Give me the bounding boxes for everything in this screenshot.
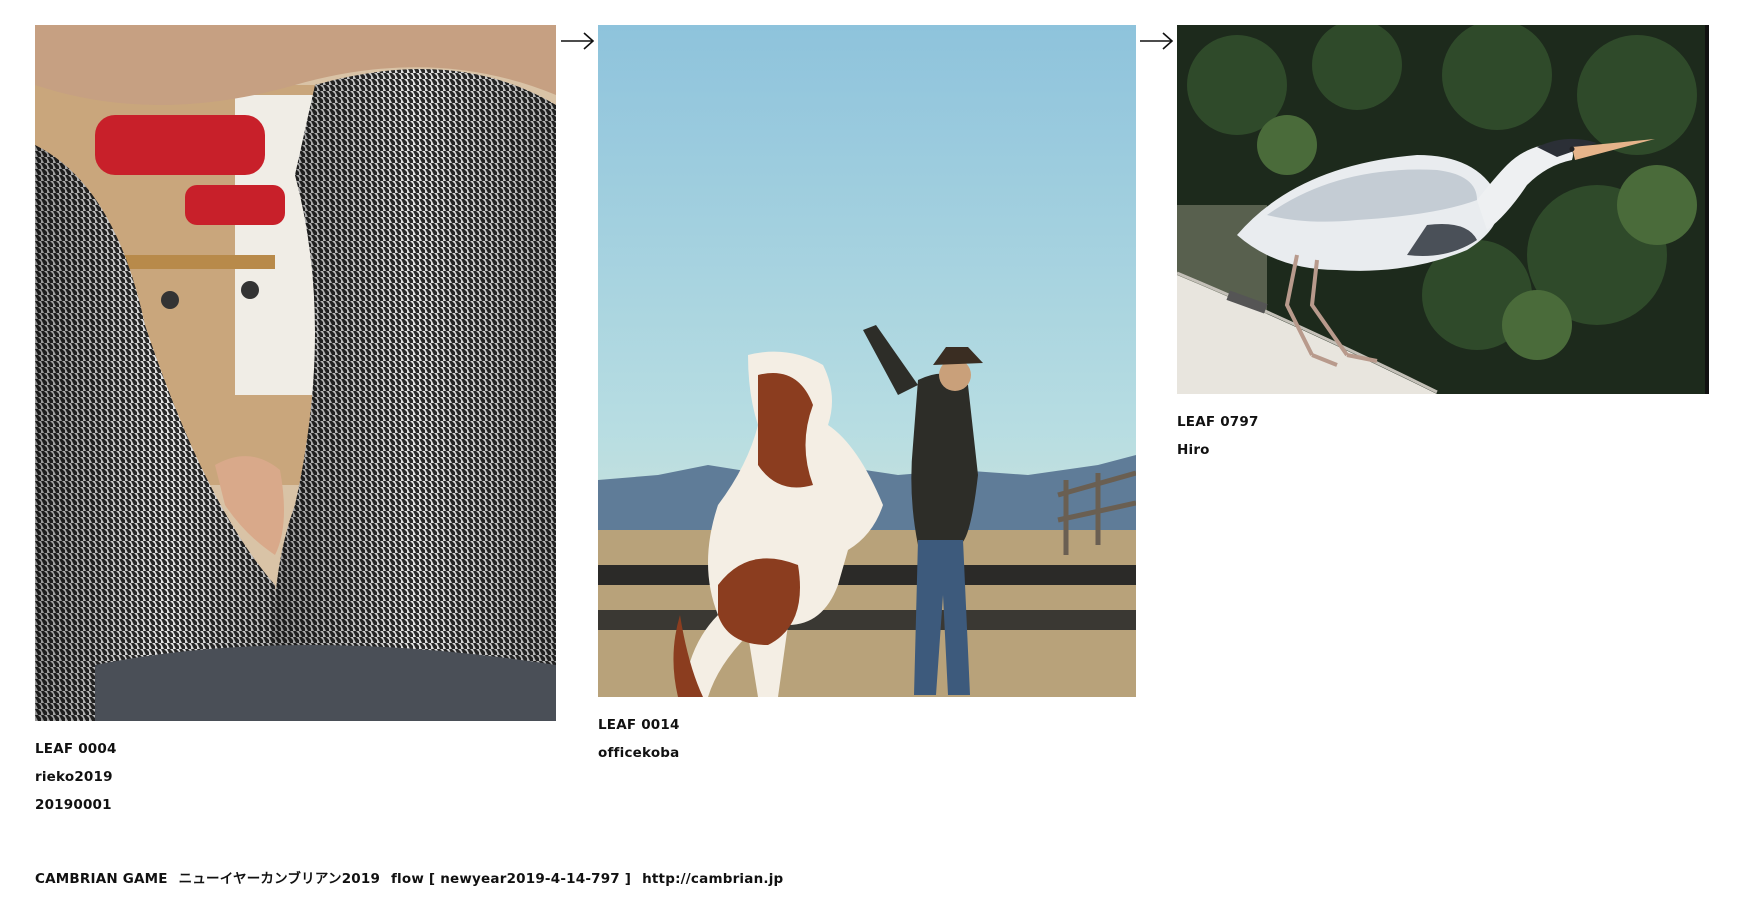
leaf-id[interactable]: LEAF 0004 [35,735,556,763]
leaf-author[interactable]: Hiro [1177,436,1709,464]
leaf-card-0797: LEAF 0797 Hiro [1177,25,1709,464]
leaf-id[interactable]: LEAF 0014 [598,711,1136,739]
leaf-card-0004: LEAF 0004 rieko2019 20190001 [35,25,556,819]
footer-url[interactable]: http://cambrian.jp [642,871,783,887]
leaf-photo-0014[interactable] [598,25,1136,697]
flow-arrow-icon [1140,32,1174,50]
leaf-author[interactable]: rieko2019 [35,763,556,791]
footer-game: CAMBRIAN GAME [35,871,168,887]
leaf-meta-0014: LEAF 0014 officekoba [598,711,1136,767]
leaf-photo-0004[interactable] [35,25,556,721]
footer-bar: CAMBRIAN GAME ニューイヤーカンブリアン2019 flow [ ne… [35,867,789,887]
footer-title[interactable]: ニューイヤーカンブリアン2019 [179,871,380,887]
leaf-card-0014: LEAF 0014 officekoba [598,25,1136,767]
leaf-code: 20190001 [35,797,112,813]
footer-flow: flow [ newyear2019-4-14-797 ] [390,871,632,887]
leaf-id[interactable]: LEAF 0797 [1177,408,1709,436]
leaf-meta-0004: LEAF 0004 rieko2019 20190001 [35,735,556,819]
flow-arrow-icon [561,32,595,50]
leaf-author[interactable]: officekoba [598,739,1136,767]
leaf-photo-0797[interactable] [1177,25,1709,394]
leaf-meta-0797: LEAF 0797 Hiro [1177,408,1709,464]
flow-page: LEAF 0004 rieko2019 20190001 LEAF 0014 o… [0,0,1739,900]
